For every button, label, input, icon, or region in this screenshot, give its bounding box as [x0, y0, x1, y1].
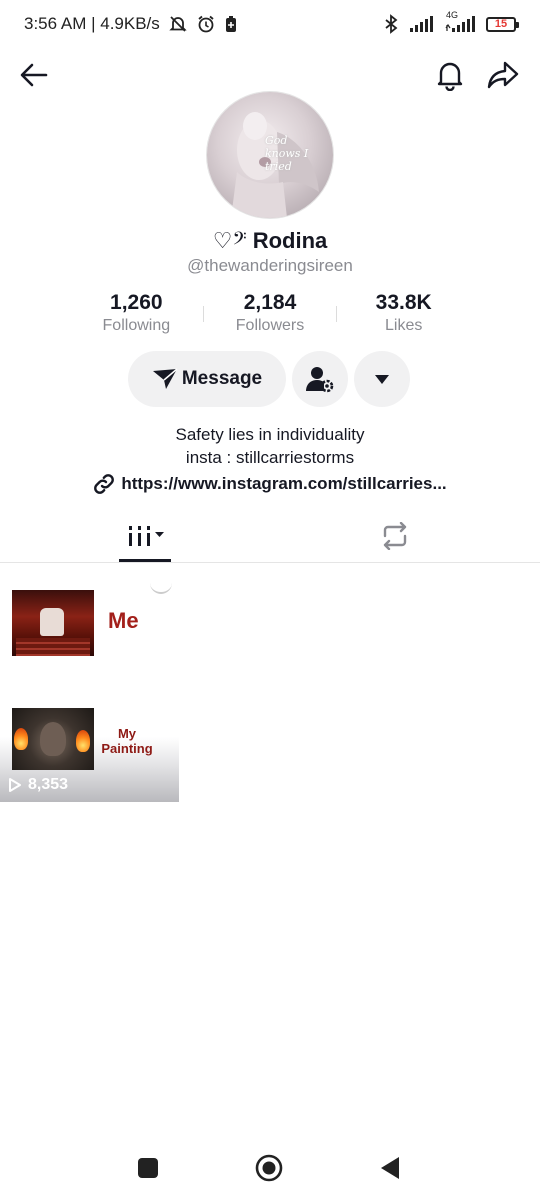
battery-saver-icon — [224, 14, 238, 34]
top-nav — [0, 55, 540, 95]
stat-followers[interactable]: 2,184 Followers — [204, 290, 337, 340]
message-button[interactable]: Message — [128, 351, 286, 407]
share-icon[interactable] — [486, 59, 520, 91]
triangle-back-icon — [381, 1157, 399, 1179]
username: @thewanderingsireen — [187, 256, 353, 275]
network-label: 4G — [446, 10, 459, 20]
bio-line: Safety lies in individuality — [175, 425, 365, 444]
display-name-row: ♡𝄢 Rodina — [0, 228, 540, 254]
video-title: Me — [108, 608, 139, 633]
back-arrow-icon[interactable] — [18, 59, 50, 91]
battery-level: 15 — [494, 18, 508, 30]
flame-shape — [14, 728, 28, 750]
video-thumbnail — [12, 708, 94, 770]
avatar[interactable]: God knows I tried — [207, 92, 333, 218]
video-title: My Painting — [101, 726, 153, 756]
bio: Safety lies in individuality insta : sti… — [0, 423, 540, 469]
content-tabs — [0, 510, 540, 563]
figure-shape — [40, 722, 66, 756]
more-dropdown-button[interactable] — [354, 351, 410, 407]
view-count: 8,353 — [8, 776, 68, 794]
display-name: Rodina — [252, 228, 328, 253]
home-circle-icon — [255, 1154, 283, 1182]
recents-button[interactable] — [134, 1154, 162, 1182]
profile-actions: Message — [128, 351, 410, 407]
signal-4g-icon: 4G — [444, 10, 476, 32]
battery-icon: 15 — [486, 16, 519, 32]
video-post[interactable]: My Painting 8,353 — [0, 702, 179, 802]
stat-label: Following — [102, 317, 171, 334]
repost-icon — [383, 522, 407, 550]
stairs-shape — [16, 638, 90, 656]
stat-label: Likes — [385, 317, 423, 334]
view-count-value: 8,353 — [28, 776, 69, 793]
square-icon — [138, 1158, 158, 1178]
video-post[interactable]: Me — [0, 586, 540, 660]
stat-value: 2,184 — [243, 291, 297, 314]
home-button[interactable] — [255, 1154, 283, 1182]
bluetooth-icon — [382, 14, 400, 34]
caret-down-icon — [375, 375, 389, 384]
grid-videos-icon — [129, 526, 164, 546]
flame-shape — [76, 730, 90, 752]
message-label: Message — [181, 368, 263, 389]
link-icon — [94, 474, 115, 494]
status-bar: 3:56 AM | 4.9KB/s 4G 15 — [0, 0, 540, 48]
stats-row: 1,260 Following 2,184 Followers 33.8K Li… — [70, 290, 470, 340]
video-thumbnail — [12, 590, 94, 656]
stat-following[interactable]: 1,260 Following — [70, 290, 203, 340]
bio-link-text: https://www.instagram.com/stillcarries..… — [121, 474, 447, 493]
bio-line: insta : stillcarriestorms — [185, 448, 355, 467]
active-tab-indicator — [119, 559, 171, 562]
figure-shape — [40, 608, 64, 636]
tab-reposts[interactable] — [290, 510, 500, 562]
alarm-icon — [196, 14, 216, 34]
send-icon — [152, 368, 178, 389]
stat-value: 33.8K — [375, 291, 432, 314]
signal-icon — [410, 16, 434, 32]
play-icon — [9, 778, 21, 792]
avatar-caption: God knows I tried — [265, 134, 309, 173]
user-settings-icon — [306, 367, 334, 393]
stat-likes[interactable]: 33.8K Likes — [337, 290, 470, 340]
bio-link[interactable]: https://www.instagram.com/stillcarries..… — [0, 473, 540, 495]
bell-icon[interactable] — [434, 59, 466, 92]
back-button[interactable] — [376, 1154, 404, 1182]
stat-label: Followers — [235, 317, 305, 334]
name-emoji: ♡𝄢 — [212, 228, 247, 253]
follow-settings-button[interactable] — [292, 351, 348, 407]
tab-videos[interactable] — [0, 510, 290, 562]
system-nav-bar — [0, 1140, 540, 1200]
mute-icon — [168, 14, 188, 34]
status-time: 3:56 AM | 4.9KB/s — [24, 14, 160, 33]
stat-value: 1,260 — [110, 291, 163, 314]
